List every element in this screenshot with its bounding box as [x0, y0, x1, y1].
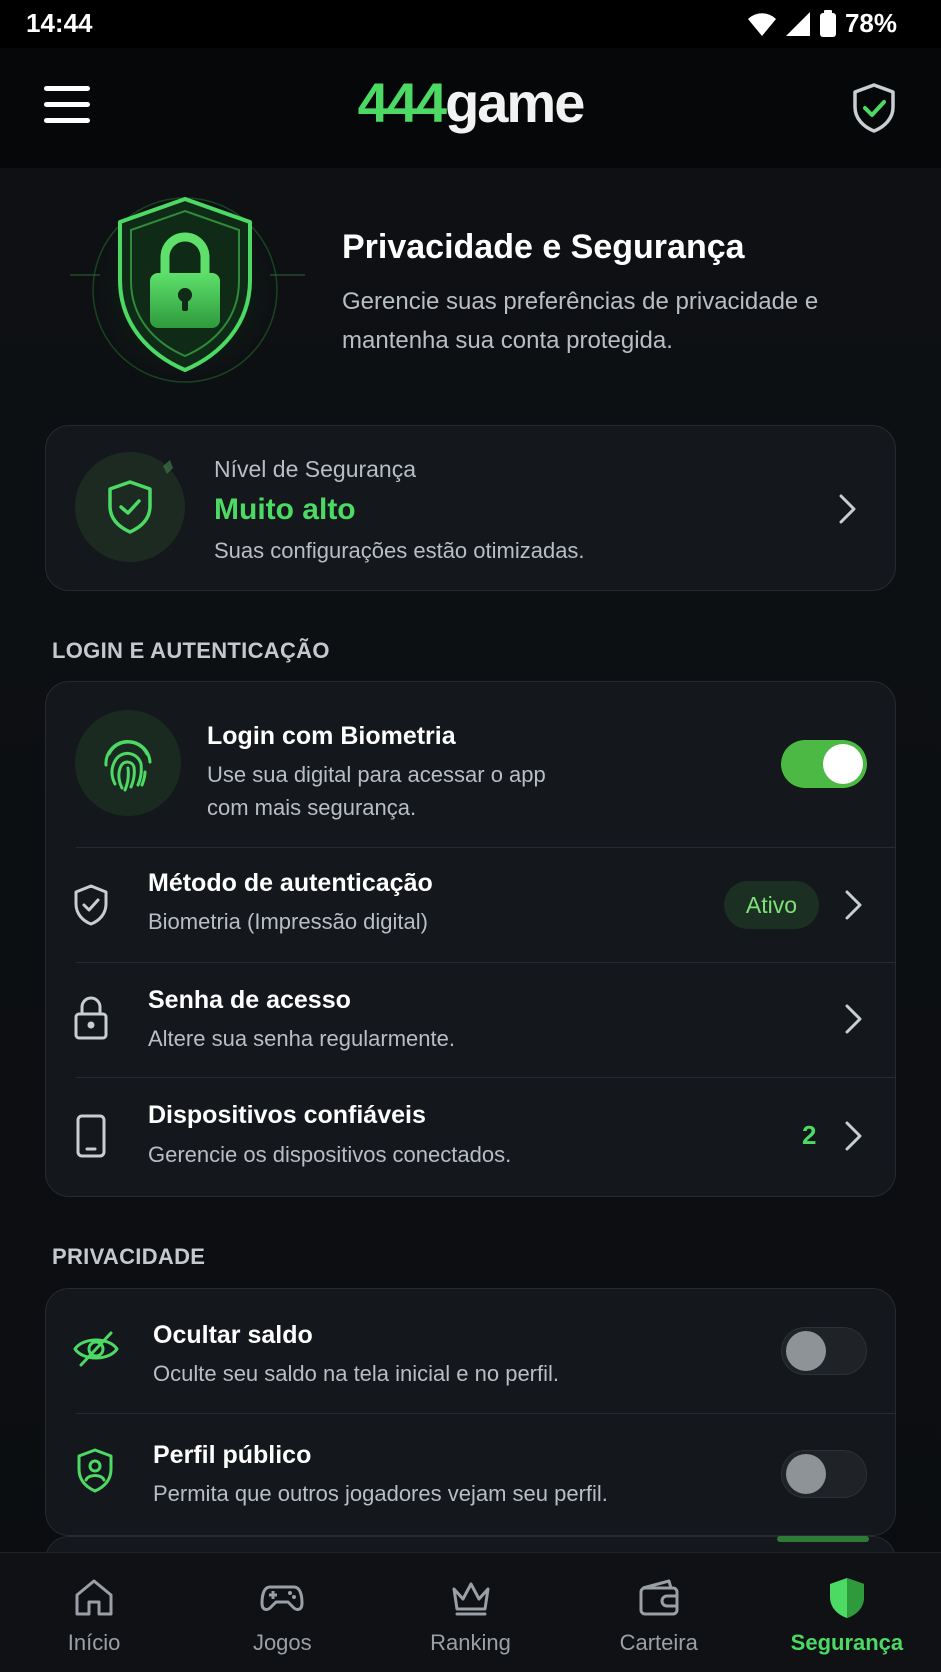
nav-item-seguranca[interactable]: Segurança — [753, 1553, 941, 1672]
signal-icon — [785, 11, 810, 36]
logo-number: 444 — [357, 71, 447, 134]
app-logo: 444game — [0, 70, 941, 135]
fingerprint-badge — [75, 710, 181, 816]
auth-method-title: Método de autenticação — [148, 869, 433, 897]
trusted-devices-row[interactable]: Dispositivos confiáveis Gerencie os disp… — [46, 1078, 895, 1196]
battery-percent: 78% — [844, 8, 897, 38]
shield-check-icon[interactable] — [851, 82, 897, 134]
crown-icon — [452, 1582, 489, 1616]
shield-check-icon — [108, 460, 173, 534]
app-root: 14:44 78% 444game Privacidade e Seguranç… — [0, 0, 941, 1672]
security-level-card[interactable]: Nível de Segurança Muito alto Suas confi… — [45, 425, 896, 591]
chevron-right-icon — [845, 1004, 862, 1034]
devices-subtitle: Gerencie os dispositivos conectados. — [148, 1142, 512, 1167]
shield-user-icon — [77, 1448, 113, 1493]
password-title: Senha de acesso — [148, 986, 351, 1014]
gamepad-icon — [260, 1585, 304, 1611]
login-auth-card: Login com Biometria Use sua digital para… — [45, 681, 896, 1197]
hide-balance-row: Ocultar saldo Oculte seu saldo na tela i… — [46, 1289, 895, 1413]
public-profile-row: Perfil público Permita que outros jogado… — [46, 1414, 895, 1535]
phone-icon — [76, 1114, 106, 1158]
chevron-right-icon — [845, 1121, 862, 1151]
privacy-card: Ocultar saldo Oculte seu saldo na tela i… — [45, 1288, 896, 1536]
biometric-subtitle-1: Use sua digital para acessar o app — [207, 762, 546, 787]
eye-off-icon — [73, 1331, 119, 1367]
biometric-subtitle-2: com mais segurança. — [207, 795, 417, 820]
biometric-title: Login com Biometria — [207, 722, 456, 750]
nav-item-inicio[interactable]: Início — [0, 1553, 188, 1672]
security-level-label: Nível de Segurança — [214, 456, 417, 482]
nav-label: Segurança — [790, 1630, 904, 1655]
shield-icon — [829, 1578, 864, 1618]
fingerprint-icon — [104, 740, 152, 792]
toggle-knob — [786, 1454, 826, 1494]
biometric-toggle[interactable] — [781, 740, 867, 788]
devices-title: Dispositivos confiáveis — [148, 1101, 426, 1129]
nav-label: Jogos — [252, 1630, 312, 1655]
public-profile-subtitle: Permita que outros jogadores vejam seu p… — [153, 1481, 608, 1506]
page-subtitle: Gerencie suas preferências de privacidad… — [342, 288, 819, 354]
hide-balance-title: Ocultar saldo — [153, 1321, 313, 1349]
nav-label: Início — [67, 1630, 121, 1655]
lock-icon — [74, 996, 108, 1040]
hide-balance-toggle[interactable] — [781, 1327, 867, 1375]
wallet-icon — [639, 1579, 679, 1616]
biometric-login-row: Login com Biometria Use sua digital para… — [46, 682, 895, 847]
battery-icon — [819, 9, 836, 37]
password-row[interactable]: Senha de acesso Altere sua senha regular… — [46, 963, 895, 1077]
wifi-icon — [747, 12, 776, 36]
peek-accent — [777, 1536, 869, 1542]
public-profile-toggle[interactable] — [781, 1450, 867, 1498]
status-bar: 14:44 78% — [0, 0, 941, 48]
auth-method-row[interactable]: Método de autenticação Biometria (Impres… — [46, 848, 895, 962]
toggle-knob — [786, 1331, 826, 1371]
nav-item-ranking[interactable]: Ranking — [376, 1553, 564, 1672]
auth-method-subtitle: Biometria (Impressão digital) — [148, 909, 428, 934]
chevron-right-icon — [845, 890, 862, 920]
nav-label: Ranking — [430, 1630, 511, 1655]
home-icon — [75, 1579, 113, 1616]
bottom-nav: Início Jogos Ranking Carteira Segurança — [0, 1552, 941, 1672]
public-profile-title: Perfil público — [153, 1441, 312, 1469]
nav-item-carteira[interactable]: Carteira — [565, 1553, 753, 1672]
section-title-login: LOGIN E AUTENTICAÇÃO — [52, 638, 330, 663]
logo-word: game — [445, 71, 585, 134]
devices-count: 2 — [802, 1120, 817, 1150]
toggle-knob — [823, 744, 863, 784]
status-time: 14:44 — [26, 8, 93, 38]
password-subtitle: Altere sua senha regularmente. — [148, 1026, 455, 1051]
section-title-privacy: PRIVACIDADE — [52, 1244, 206, 1269]
nav-item-jogos[interactable]: Jogos — [188, 1553, 376, 1672]
chevron-right-icon — [839, 494, 856, 524]
shield-lock-illustration — [70, 190, 305, 390]
shield-check-icon — [74, 884, 108, 926]
app-bar: 444game — [0, 48, 941, 168]
security-level-description: Suas configurações estão otimizadas. — [214, 538, 585, 563]
security-level-value: Muito alto — [214, 493, 356, 526]
hide-balance-subtitle: Oculte seu saldo na tela inicial e no pe… — [153, 1361, 560, 1386]
status-icons: 78% — [747, 8, 897, 39]
page-title: Privacidade e Segurança — [342, 228, 745, 266]
security-level-badge — [75, 452, 185, 562]
status-badge: Ativo — [724, 881, 819, 929]
nav-label: Carteira — [619, 1630, 698, 1655]
